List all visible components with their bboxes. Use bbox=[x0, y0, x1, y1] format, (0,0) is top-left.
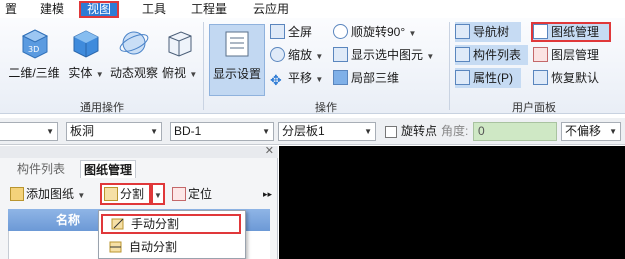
auto-split-icon bbox=[109, 241, 122, 253]
menu-item-modeling[interactable]: 建模 bbox=[35, 1, 69, 18]
split-menu: 手动分割 自动分割 bbox=[98, 210, 246, 259]
menu-item-view[interactable]: 视图 bbox=[79, 1, 119, 18]
locate-icon bbox=[172, 187, 186, 201]
display-settings-icon bbox=[225, 31, 249, 57]
menu-item-cloud[interactable]: 云应用 bbox=[249, 1, 293, 18]
add-drawing-icon bbox=[10, 187, 24, 201]
document-icon bbox=[533, 24, 548, 39]
nav-tree-button[interactable]: 导航树 bbox=[455, 22, 521, 42]
svg-text:3D: 3D bbox=[28, 45, 39, 54]
split-button[interactable]: 分割 bbox=[100, 183, 151, 205]
restore-icon bbox=[533, 70, 548, 85]
chevron-down-icon: ▼ bbox=[262, 127, 270, 136]
menu-item-partial[interactable]: 置 bbox=[0, 1, 22, 18]
angle-label: 角度: bbox=[441, 124, 469, 138]
more-tools-icon[interactable]: ▸▸ bbox=[263, 183, 272, 205]
local-3d-button[interactable]: 局部三维 bbox=[333, 68, 399, 88]
auto-split-item[interactable]: 自动分割 bbox=[101, 237, 241, 257]
component-list-button[interactable]: 构件列表 bbox=[455, 45, 528, 65]
group-label-general: 通用操作 bbox=[80, 102, 124, 114]
zoom-icon bbox=[270, 47, 285, 62]
3d-icon: 3D bbox=[21, 29, 49, 59]
fullscreen-icon bbox=[270, 24, 285, 39]
list-icon bbox=[455, 47, 470, 62]
manual-split-icon bbox=[111, 218, 124, 230]
chevron-down-icon: ▼ bbox=[315, 75, 324, 84]
ribbon: 3D 二维/三维 实体 ▼ 动态观察 俯视 ▼ 通用操作 显示设置 全屏 缩放 … bbox=[0, 18, 625, 114]
menu-bar: 置 建模 视图 工具 工程量 云应用 bbox=[0, 0, 625, 18]
component-name-select[interactable]: BD-1 ▼ bbox=[170, 122, 274, 141]
toggle-2d-3d-button[interactable]: 3D 二维/三维 bbox=[6, 24, 62, 96]
group-label-user-panel: 用户面板 bbox=[512, 102, 556, 114]
drawing-canvas[interactable] bbox=[279, 146, 625, 259]
top-view-button[interactable]: 俯视 ▼ bbox=[162, 24, 198, 96]
zoom-button[interactable]: 缩放 ▼ bbox=[270, 45, 323, 65]
rotate-point-checkbox[interactable] bbox=[385, 126, 397, 138]
layer-management-button[interactable]: 图层管理 bbox=[533, 45, 599, 65]
panel-header: ✕ bbox=[0, 144, 278, 158]
close-icon[interactable]: ✕ bbox=[265, 144, 274, 157]
cube-icon bbox=[73, 30, 99, 58]
chevron-down-icon: ▼ bbox=[46, 127, 54, 136]
chevron-down-icon: ▼ bbox=[364, 127, 372, 136]
chevron-down-icon: ▼ bbox=[408, 29, 417, 38]
drawing-panel: ✕ 构件列表 图纸管理 添加图纸 ▼ 分割 ▼ 定位 ▸▸ 名称 手动分割 自动… bbox=[0, 144, 278, 259]
nav-tree-icon bbox=[455, 24, 470, 39]
add-drawing-button[interactable]: 添加图纸 ▼ bbox=[10, 183, 85, 205]
divider bbox=[203, 22, 204, 110]
pan-button[interactable]: ✥ 平移 ▼ bbox=[270, 68, 323, 88]
fullscreen-button[interactable]: 全屏 bbox=[270, 22, 312, 42]
pan-arrows-icon: ✥ bbox=[270, 72, 282, 88]
dynamic-orbit-button[interactable]: 动态观察 bbox=[108, 24, 160, 96]
tab-component-list[interactable]: 构件列表 bbox=[14, 160, 68, 178]
chevron-down-icon: ▼ bbox=[315, 52, 324, 61]
layer-select[interactable]: 分层板1 ▼ bbox=[278, 122, 376, 141]
layers-icon bbox=[533, 47, 548, 62]
manual-split-item[interactable]: 手动分割 bbox=[101, 214, 241, 234]
group-label-ops: 操作 bbox=[315, 102, 337, 114]
restore-default-button[interactable]: 恢复默认 bbox=[533, 68, 599, 88]
chevron-down-icon: ▼ bbox=[154, 191, 162, 200]
chevron-down-icon: ▼ bbox=[77, 191, 86, 200]
properties-button[interactable]: 属性(P) bbox=[455, 68, 521, 88]
show-selected-button[interactable]: 显示选中图元 ▼ bbox=[333, 45, 434, 65]
chevron-down-icon: ▼ bbox=[426, 52, 435, 61]
local-3d-icon bbox=[333, 70, 348, 85]
solid-button[interactable]: 实体 ▼ bbox=[66, 24, 106, 96]
offset-select[interactable]: 不偏移 ▼ bbox=[561, 122, 621, 141]
tab-drawing-management[interactable]: 图纸管理 bbox=[80, 160, 137, 178]
properties-icon bbox=[455, 70, 470, 85]
split-icon bbox=[104, 187, 118, 201]
floor-select[interactable]: ▼ bbox=[0, 122, 58, 141]
rotate-point-label: 旋转点 bbox=[401, 124, 438, 138]
chevron-down-icon: ▼ bbox=[189, 70, 198, 79]
menu-item-tools[interactable]: 工具 bbox=[138, 1, 170, 18]
property-toolbar: ▼ 板洞 ▼ BD-1 ▼ 分层板1 ▼ 旋转点 角度: 0 不偏移 ▼ bbox=[0, 118, 625, 145]
drawing-management-button[interactable]: 图纸管理 bbox=[531, 22, 611, 42]
divider bbox=[449, 22, 450, 110]
chevron-down-icon: ▼ bbox=[150, 127, 158, 136]
menu-item-quantities[interactable]: 工程量 bbox=[187, 1, 231, 18]
angle-input[interactable]: 0 bbox=[473, 122, 557, 141]
display-settings-button[interactable]: 显示设置 bbox=[209, 24, 265, 96]
top-view-icon bbox=[168, 31, 192, 57]
rotate-icon bbox=[333, 24, 348, 39]
chevron-down-icon: ▼ bbox=[609, 127, 617, 136]
locate-button[interactable]: 定位 bbox=[172, 183, 212, 205]
chevron-down-icon: ▼ bbox=[95, 70, 104, 79]
orbit-icon bbox=[119, 31, 149, 55]
component-type-select[interactable]: 板洞 ▼ bbox=[66, 122, 162, 141]
split-dropdown-button[interactable]: ▼ bbox=[151, 183, 165, 205]
rotate-90-button[interactable]: 顺旋转90° ▼ bbox=[333, 22, 416, 42]
show-selected-icon bbox=[333, 47, 348, 62]
